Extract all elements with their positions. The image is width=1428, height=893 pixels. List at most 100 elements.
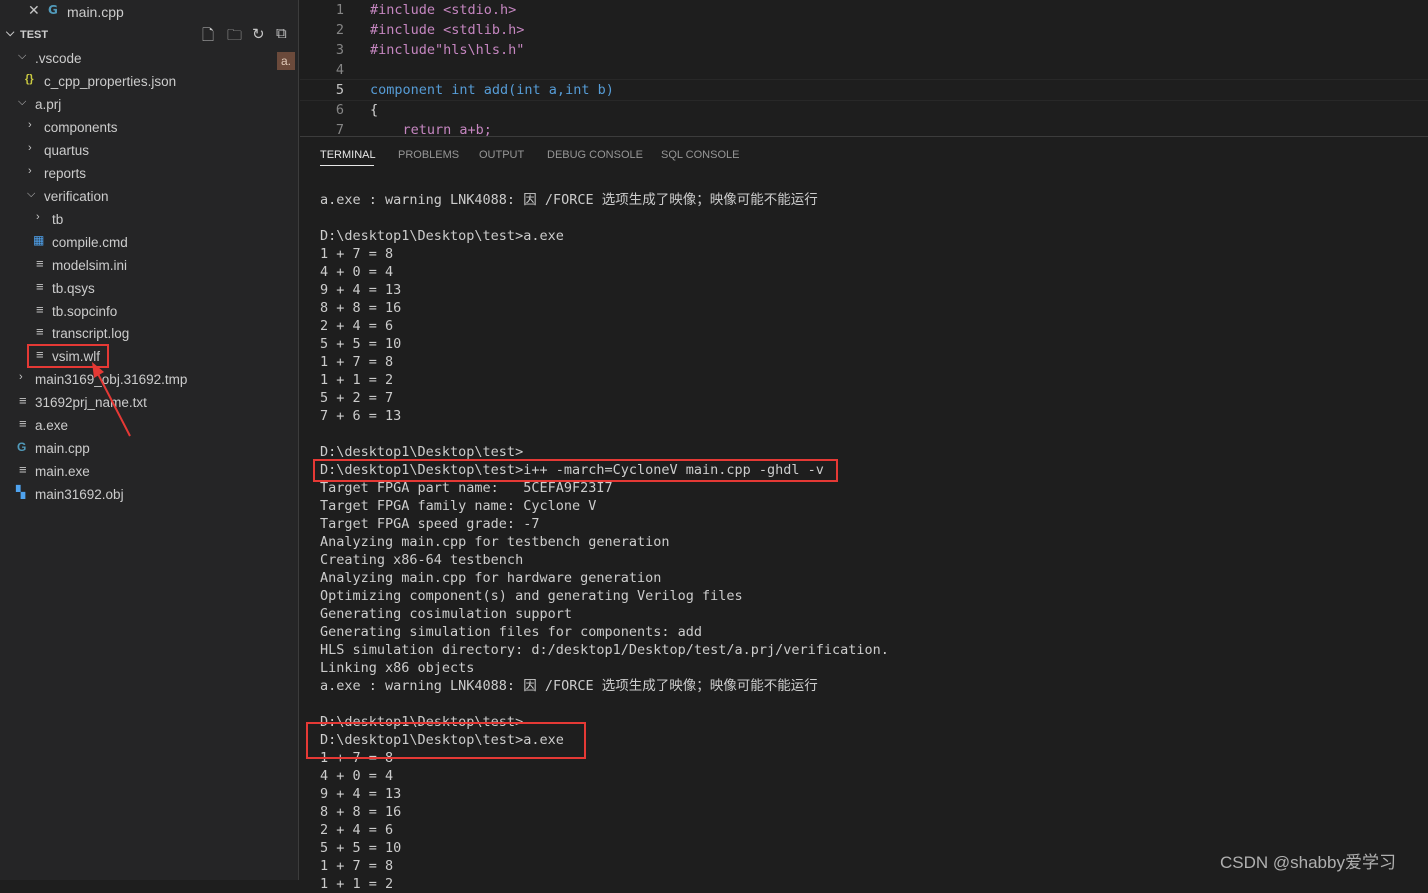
chevron-right-icon: › — [28, 119, 32, 131]
tree-item-tb[interactable]: › tb — [0, 208, 298, 231]
explorer-section-title: TEST — [20, 29, 49, 41]
line-number: 1 — [335, 2, 344, 18]
terminal-line: 9 + 4 = 13 — [320, 786, 402, 802]
code-text: #include"hls\hls.h" — [370, 42, 525, 58]
active-tab-indicator — [320, 165, 374, 166]
tree-item-label: main.cpp — [35, 441, 90, 456]
tree-item-a-prj[interactable]: ⌵ a.prj — [0, 93, 298, 116]
text-file-icon: ≡ — [19, 462, 27, 477]
terminal-line: Target FPGA family name: Cyclone V — [320, 498, 597, 514]
tree-item-transcript-log[interactable]: ≡ transcript.log — [0, 322, 298, 345]
tree-item-main-exe[interactable]: ≡ main.exe — [0, 460, 298, 483]
tree-item-label: transcript.log — [52, 326, 130, 341]
terminal-line: 7 + 6 = 13 — [320, 408, 402, 424]
terminal-line: 9 + 4 = 13 — [320, 282, 402, 298]
text-file-icon: ≡ — [36, 256, 44, 271]
tree-item-tb-sopcinfo[interactable]: ≡ tb.sopcinfo — [0, 300, 298, 323]
highlight-box-run — [306, 722, 586, 759]
terminal-line: D:\desktop1\Desktop\test>a.exe — [320, 228, 564, 244]
code-line: 7 return a+b; — [300, 120, 1428, 136]
tree-item-label: verification — [44, 189, 109, 204]
tree-item-a-exe[interactable]: ≡ a.exe — [0, 414, 298, 437]
terminal-line: Analyzing main.cpp for hardware generati… — [320, 570, 662, 586]
tree-item-tb-qsys[interactable]: ≡ tb.qsys — [0, 277, 298, 300]
terminal-line: 5 + 5 = 10 — [320, 840, 402, 856]
code-text: return a+b; — [370, 122, 492, 136]
explorer-section-header[interactable]: ⌵ TEST 🗋 🗀 ↻ ⧉ — [0, 24, 298, 46]
tab-sql-console[interactable]: SQL CONSOLE — [661, 149, 739, 161]
terminal-line: 2 + 4 = 6 — [320, 822, 394, 838]
line-number: 3 — [335, 42, 344, 58]
tree-item-verification[interactable]: ⌵ verification — [0, 185, 298, 208]
open-editor-label: main.cpp — [67, 4, 124, 20]
terminal-line: a.exe : warning LNK4088: 因 /FORCE 选项生成了映… — [320, 678, 818, 694]
chevron-right-icon: › — [28, 142, 32, 154]
terminal-line: 2 + 4 = 6 — [320, 318, 394, 334]
chevron-down-icon: ⌵ — [18, 50, 27, 62]
terminal-line: a.exe : warning LNK4088: 因 /FORCE 选项生成了映… — [320, 192, 818, 208]
tree-item-main-obj[interactable]: ▚ main31692.obj — [0, 483, 298, 506]
tree-item-label: tb.qsys — [52, 281, 95, 296]
tree-item-main-obj-tmp[interactable]: › main3169_obj.31692.tmp — [0, 368, 298, 391]
tree-item-label: tb — [52, 212, 64, 227]
terminal-line: 5 + 5 = 10 — [320, 336, 402, 352]
line-number: 2 — [335, 22, 344, 38]
tree-item-compile-cmd[interactable]: ▦ compile.cmd — [0, 231, 298, 254]
tree-item-label: modelsim.ini — [52, 258, 128, 273]
bottom-panel: TERMINAL PROBLEMS OUTPUT DEBUG CONSOLE S… — [300, 136, 1428, 892]
refresh-icon[interactable]: ↻ — [252, 25, 265, 43]
cpp-file-icon: G — [17, 440, 27, 454]
close-icon[interactable]: ✕ — [28, 3, 40, 19]
tree-item-c-cpp-properties[interactable]: {} c_cpp_properties.json — [0, 70, 298, 93]
tab-problems[interactable]: PROBLEMS — [398, 149, 459, 161]
code-text: #include <stdlib.h> — [370, 22, 525, 38]
line-number: 7 — [335, 122, 344, 136]
tree-item-components[interactable]: › components — [0, 116, 298, 139]
collapse-all-icon[interactable]: ⧉ — [276, 25, 287, 42]
tree-item-label: tb.sopcinfo — [52, 304, 118, 319]
code-text: { — [370, 102, 379, 118]
tab-debug-console[interactable]: DEBUG CONSOLE — [547, 149, 643, 161]
tree-item-label: a.exe — [35, 418, 69, 433]
tree-item-label: main.exe — [35, 464, 90, 479]
chevron-right-icon: › — [28, 165, 32, 177]
highlight-box-command — [313, 459, 838, 482]
terminal-line: 1 + 1 = 2 — [320, 372, 394, 388]
tree-item-label: c_cpp_properties.json — [44, 74, 177, 89]
tree-item-main-cpp[interactable]: G main.cpp — [0, 437, 298, 460]
text-file-icon: ≡ — [19, 416, 27, 431]
line-number: 4 — [335, 62, 344, 78]
text-file-icon: ≡ — [36, 324, 44, 339]
terminal-line: Generating simulation files for componen… — [320, 624, 703, 640]
chevron-right-icon: › — [36, 211, 40, 223]
text-file-icon: ≡ — [36, 279, 44, 294]
tab-output[interactable]: OUTPUT — [479, 149, 524, 161]
code-text: component int add(int a,int b) — [370, 82, 614, 98]
chevron-down-icon: ⌵ — [18, 96, 27, 108]
cpp-file-icon: G — [48, 3, 58, 17]
text-file-icon: ≡ — [19, 393, 27, 408]
tree-item-quartus[interactable]: › quartus — [0, 139, 298, 162]
terminal-line: Optimizing component(s) and generating V… — [320, 588, 743, 604]
tree-item-vscode[interactable]: ⌵ .vscode — [0, 47, 298, 70]
text-file-icon: ≡ — [36, 302, 44, 317]
chevron-down-icon: ⌵ — [27, 188, 36, 200]
terminal-line: 5 + 2 = 7 — [320, 390, 394, 406]
terminal-line: Generating cosimulation support — [320, 606, 572, 622]
open-editor-item[interactable]: ✕ G main.cpp — [0, 0, 298, 24]
tree-item-prj-name-txt[interactable]: ≡ 31692prj_name.txt — [0, 391, 298, 414]
chevron-right-icon: › — [19, 371, 23, 383]
tree-item-reports[interactable]: › reports — [0, 162, 298, 185]
tree-item-modelsim-ini[interactable]: ≡ modelsim.ini — [0, 254, 298, 277]
code-editor[interactable]: 1 #include <stdio.h> 2 #include <stdlib.… — [300, 0, 1428, 136]
terminal-line: 4 + 0 = 4 — [320, 264, 394, 280]
code-line: 1 #include <stdio.h> — [300, 0, 1428, 20]
terminal-line: 1 + 7 = 8 — [320, 354, 394, 370]
terminal-line: Target FPGA speed grade: -7 — [320, 516, 540, 532]
windows-icon: ▦ — [33, 233, 45, 247]
tab-terminal[interactable]: TERMINAL — [320, 149, 376, 161]
obj-file-icon: ▚ — [16, 485, 26, 499]
tree-item-label: a.prj — [35, 97, 62, 112]
annotation-arrow — [92, 362, 131, 437]
code-line: 2 #include <stdlib.h> — [300, 20, 1428, 40]
